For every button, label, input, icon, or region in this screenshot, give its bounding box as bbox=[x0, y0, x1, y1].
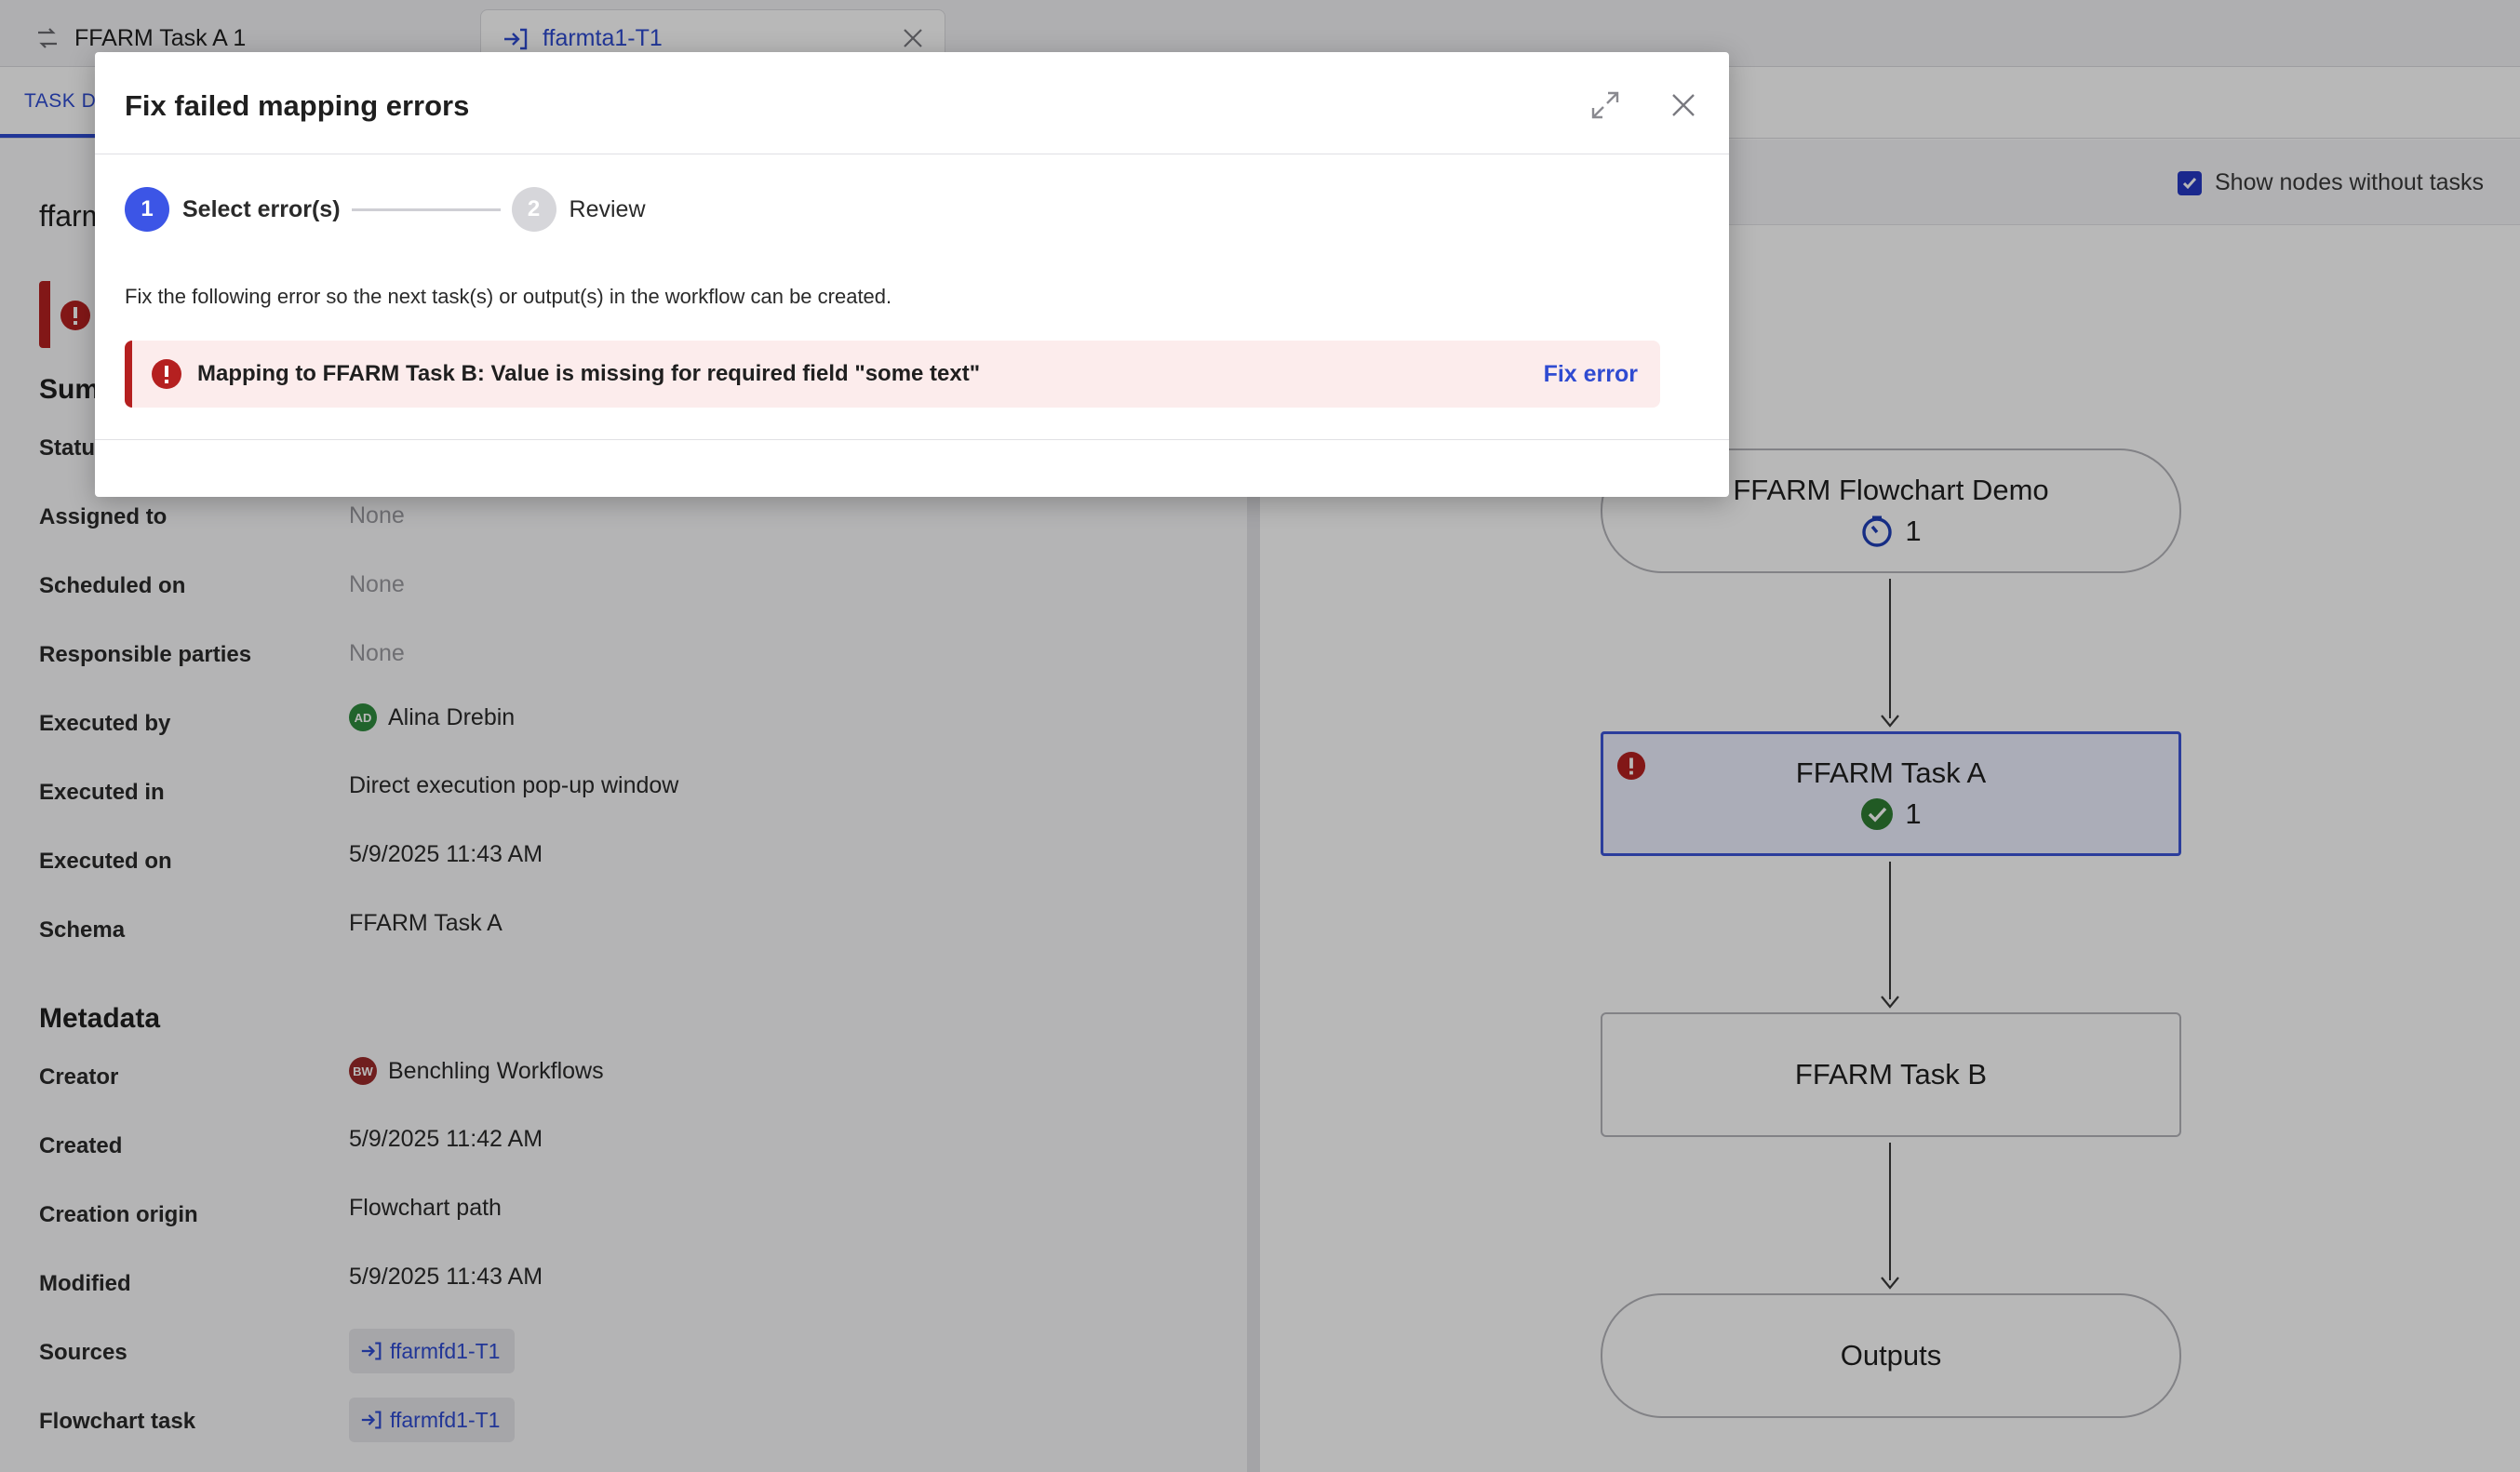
close-dialog-button[interactable] bbox=[1662, 84, 1705, 127]
dialog-footer-divider bbox=[95, 439, 1729, 440]
stepper: 1 Select error(s) 2 Review bbox=[125, 186, 646, 233]
step-connector bbox=[351, 207, 501, 211]
fix-mapping-errors-dialog: Fix failed mapping errors 1 Select error… bbox=[95, 52, 1729, 497]
close-icon bbox=[1672, 94, 1695, 116]
expand-dialog-button[interactable] bbox=[1584, 84, 1627, 127]
error-icon bbox=[151, 358, 182, 390]
dialog-header: Fix failed mapping errors bbox=[95, 52, 1729, 154]
step-1-indicator: 1 bbox=[125, 187, 169, 232]
error-message: Mapping to FFARM Task B: Value is missin… bbox=[197, 361, 981, 386]
expand-icon bbox=[1591, 91, 1619, 119]
dialog-title: Fix failed mapping errors bbox=[125, 89, 470, 122]
mapping-error-item: Mapping to FFARM Task B: Value is missin… bbox=[125, 341, 1660, 408]
step-2-indicator: 2 bbox=[511, 187, 556, 232]
step-2-label: Review bbox=[569, 195, 646, 222]
fix-error-link[interactable]: Fix error bbox=[1544, 361, 1638, 388]
step-1-label: Select error(s) bbox=[182, 195, 341, 222]
dialog-instruction: Fix the following error so the next task… bbox=[125, 285, 892, 308]
